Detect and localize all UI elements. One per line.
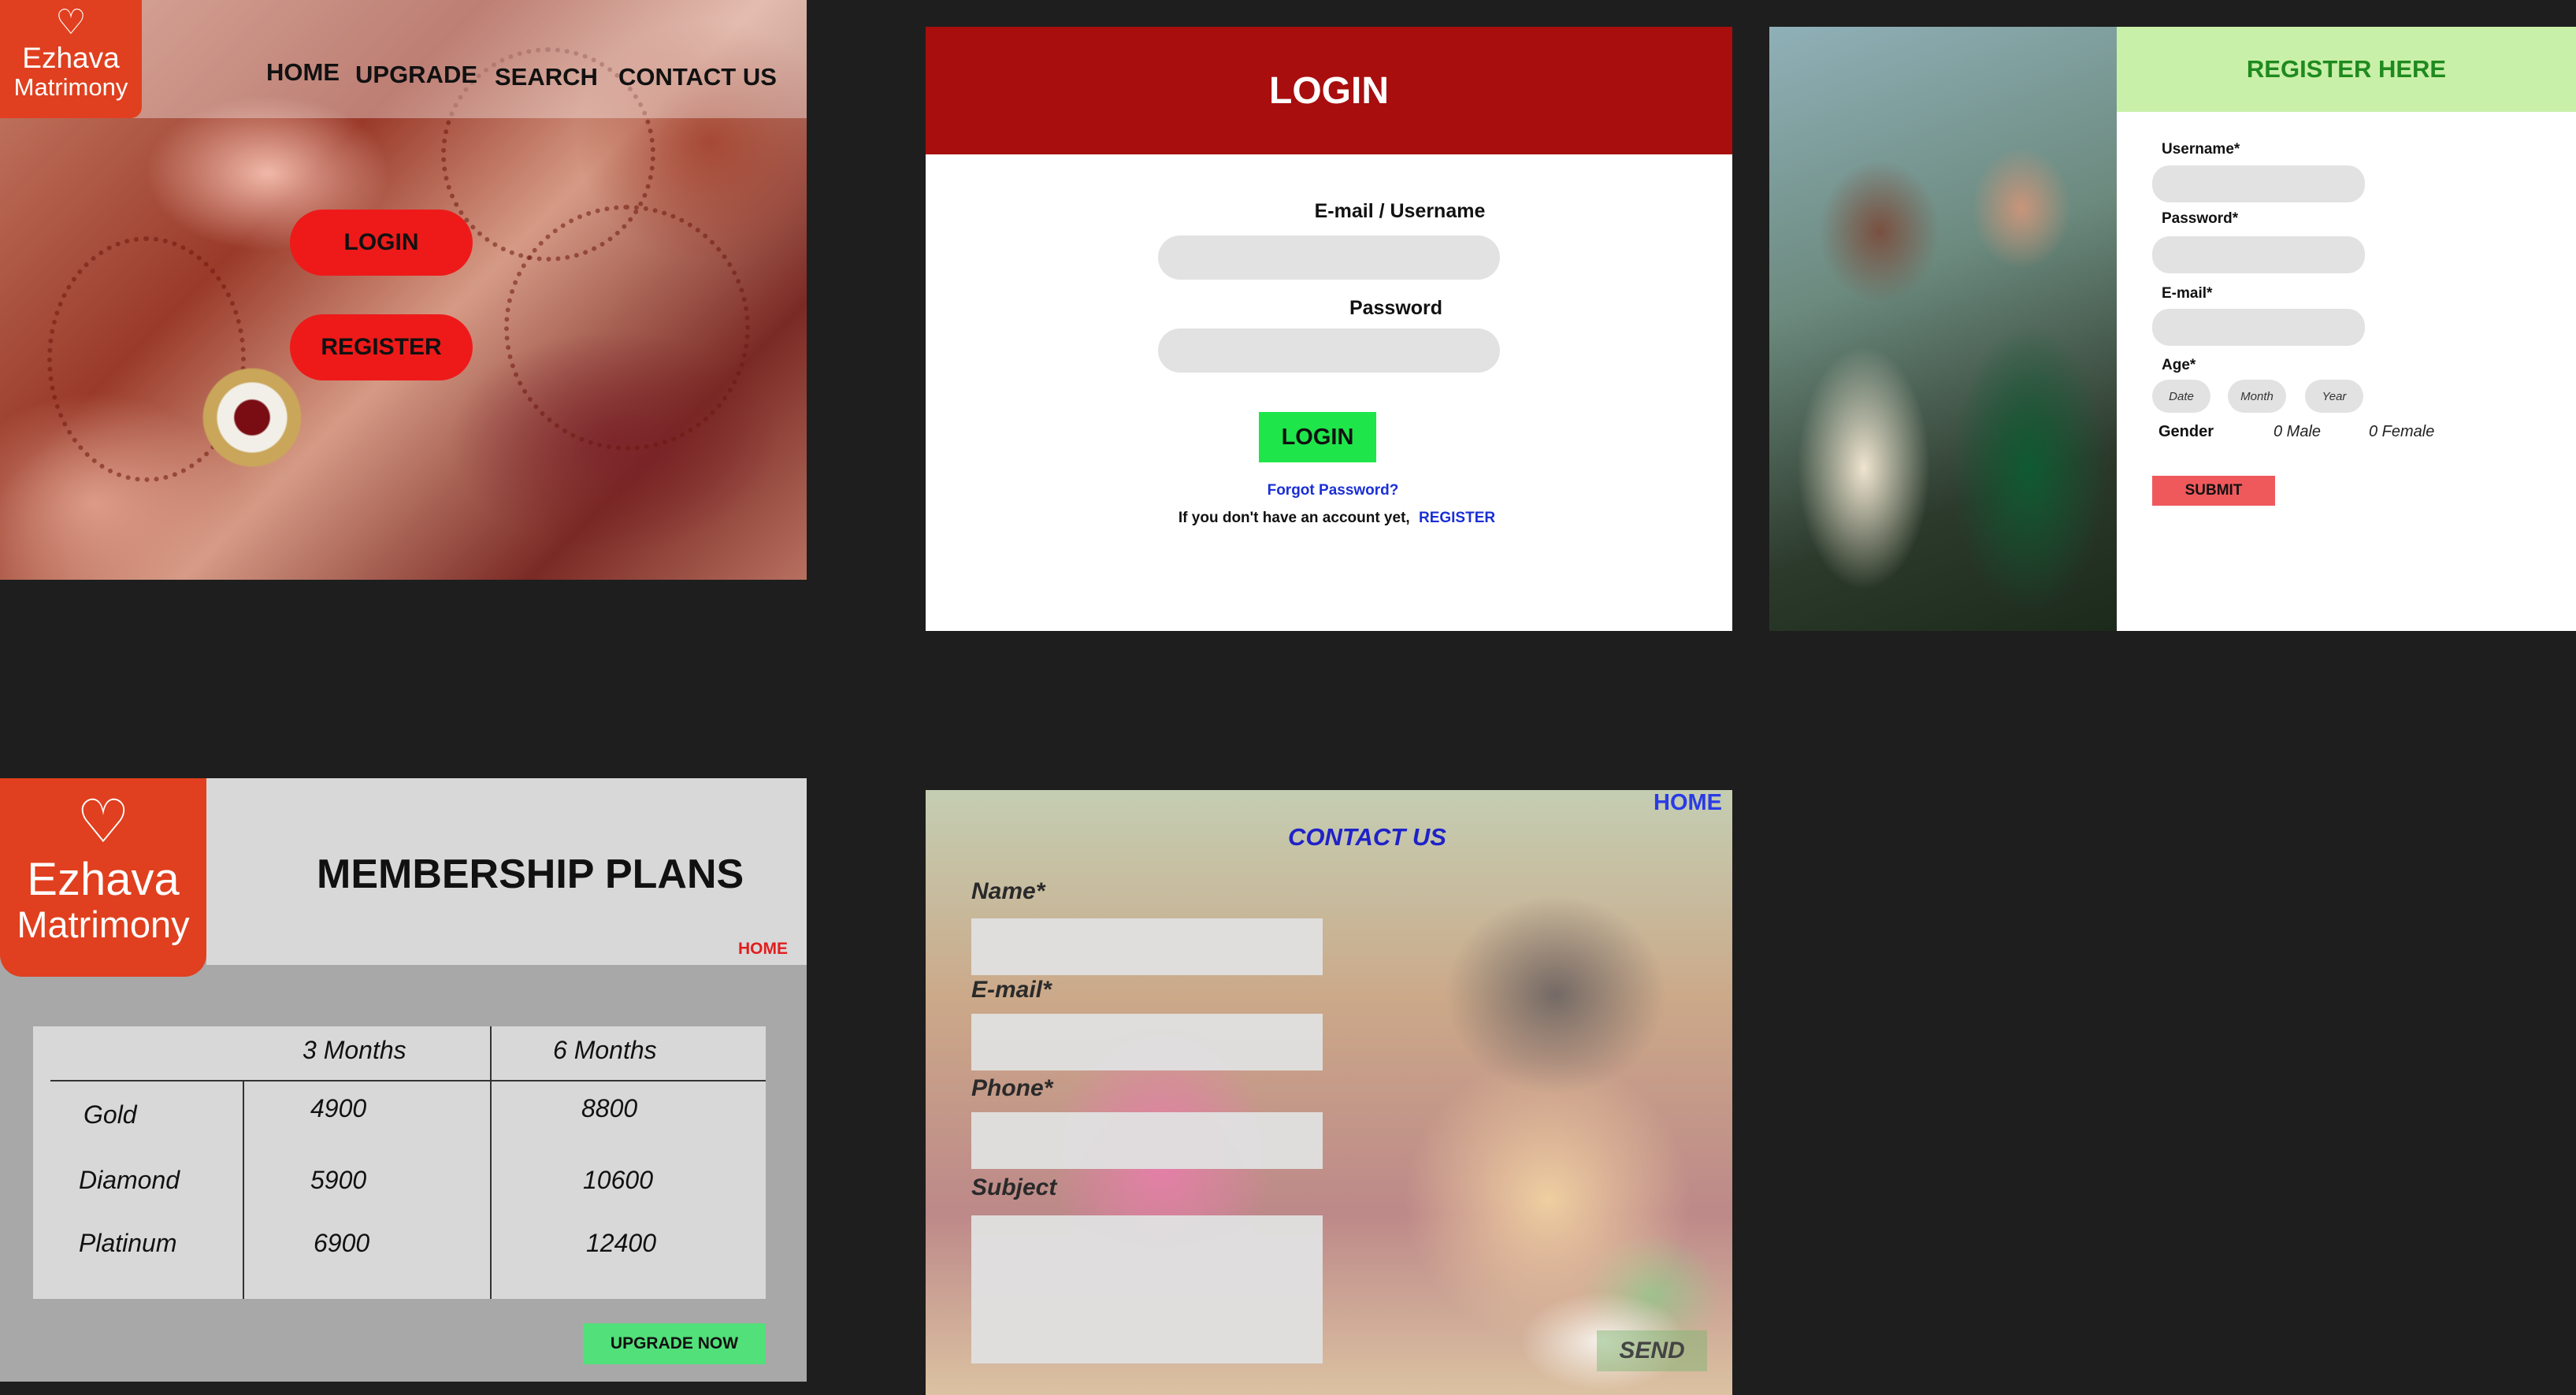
login-button[interactable]: LOGIN	[290, 210, 473, 276]
plan-price-3m: 6900	[314, 1229, 370, 1257]
home-link[interactable]: HOME	[1654, 790, 1722, 816]
email-label: E-mail*	[971, 977, 1052, 1003]
gender-label: Gender	[2158, 423, 2214, 440]
table-divider	[490, 1026, 492, 1299]
home-screen: ♡ Ezhava Matrimony HOME UPGRADE SEARCH C…	[0, 0, 807, 580]
register-prompt: If you don't have an account yet, REGIST…	[926, 510, 1732, 527]
contact-screen: HOME CONTACT US Name* E-mail* Phone* Sub…	[926, 790, 1732, 1395]
register-screen: REGISTER HERE Username* Password* E-mail…	[1769, 27, 2576, 631]
name-label: Name*	[971, 878, 1045, 904]
password-label: Password	[1349, 297, 1443, 319]
upgrade-now-button[interactable]: UPGRADE NOW	[583, 1323, 766, 1364]
gender-male-option[interactable]: 0 Male	[2273, 423, 2321, 441]
username-input[interactable]	[2152, 165, 2365, 202]
login-submit-button[interactable]: LOGIN	[1259, 412, 1376, 462]
username-label: Username*	[2162, 141, 2240, 158]
henna-pattern	[504, 205, 750, 451]
nav-contact-us[interactable]: CONTACT US	[618, 63, 777, 91]
name-input[interactable]	[971, 918, 1323, 975]
phone-label: Phone*	[971, 1075, 1053, 1101]
email-input[interactable]	[2152, 309, 2365, 346]
password-input[interactable]	[1158, 328, 1500, 373]
table-divider	[50, 1080, 766, 1081]
forgot-password-link[interactable]: Forgot Password?	[926, 482, 1732, 499]
logo-line-2: Matrimony	[17, 903, 190, 945]
plan-price-3m: 4900	[310, 1094, 367, 1122]
ring-image	[197, 362, 307, 473]
gender-female-option[interactable]: 0 Female	[2369, 423, 2434, 441]
logo-line-1: Ezhava	[27, 854, 180, 905]
plan-price-6m: 12400	[586, 1229, 656, 1257]
send-button[interactable]: SEND	[1597, 1330, 1707, 1371]
couple-photo	[1769, 27, 2117, 631]
subject-label: Subject	[971, 1174, 1057, 1200]
plan-name: Gold	[84, 1100, 137, 1129]
age-month-select[interactable]: Month	[2228, 380, 2286, 413]
home-link[interactable]: HOME	[738, 940, 788, 959]
plans-table: 3 Months 6 Months Gold 4900 8800 Diamond…	[33, 1026, 766, 1299]
plan-price-6m: 10600	[583, 1166, 653, 1194]
contact-title: CONTACT US	[1288, 823, 1446, 851]
password-label: Password*	[2162, 210, 2239, 227]
email-label: E-mail / Username	[1314, 200, 1486, 222]
plan-price-6m: 8800	[581, 1094, 638, 1122]
nav-search[interactable]: SEARCH	[495, 63, 598, 91]
phone-input[interactable]	[971, 1112, 1323, 1169]
membership-screen: ♡ Ezhava Matrimony MEMBERSHIP PLANS HOME…	[0, 778, 807, 1382]
plan-name: Diamond	[79, 1166, 180, 1194]
heart-logo-icon: ♡	[76, 788, 131, 855]
email-input[interactable]	[971, 1014, 1323, 1070]
age-label: Age*	[2162, 357, 2196, 373]
login-title: LOGIN	[926, 27, 1732, 154]
membership-title: MEMBERSHIP PLANS	[317, 851, 744, 897]
plan-price-3m: 5900	[310, 1166, 367, 1194]
heart-logo-icon: ♡	[55, 3, 87, 42]
logo[interactable]: ♡ Ezhava Matrimony	[0, 0, 142, 118]
age-year-select[interactable]: Year	[2305, 380, 2363, 413]
login-screen: LOGIN E-mail / Username Password LOGIN F…	[926, 27, 1732, 631]
email-label: E-mail*	[2162, 285, 2213, 302]
nav-upgrade[interactable]: UPGRADE	[355, 61, 477, 89]
password-input[interactable]	[2152, 236, 2365, 273]
table-divider	[243, 1080, 244, 1299]
plan-name: Platinum	[79, 1229, 177, 1257]
column-header-3-months: 3 Months	[303, 1036, 406, 1064]
logo[interactable]: ♡ Ezhava Matrimony	[0, 778, 206, 977]
register-link[interactable]: REGISTER	[1419, 510, 1495, 526]
subject-textarea[interactable]	[971, 1215, 1323, 1363]
logo-line-1: Ezhava	[22, 42, 120, 74]
email-input[interactable]	[1158, 236, 1500, 280]
age-date-select[interactable]: Date	[2152, 380, 2210, 413]
no-account-text: If you don't have an account yet,	[1178, 510, 1410, 526]
submit-button[interactable]: SUBMIT	[2152, 476, 2275, 506]
register-title: REGISTER HERE	[2117, 27, 2576, 112]
register-button[interactable]: REGISTER	[290, 314, 473, 380]
nav-home[interactable]: HOME	[266, 58, 340, 87]
logo-line-2: Matrimony	[13, 73, 128, 101]
column-header-6-months: 6 Months	[553, 1036, 657, 1064]
